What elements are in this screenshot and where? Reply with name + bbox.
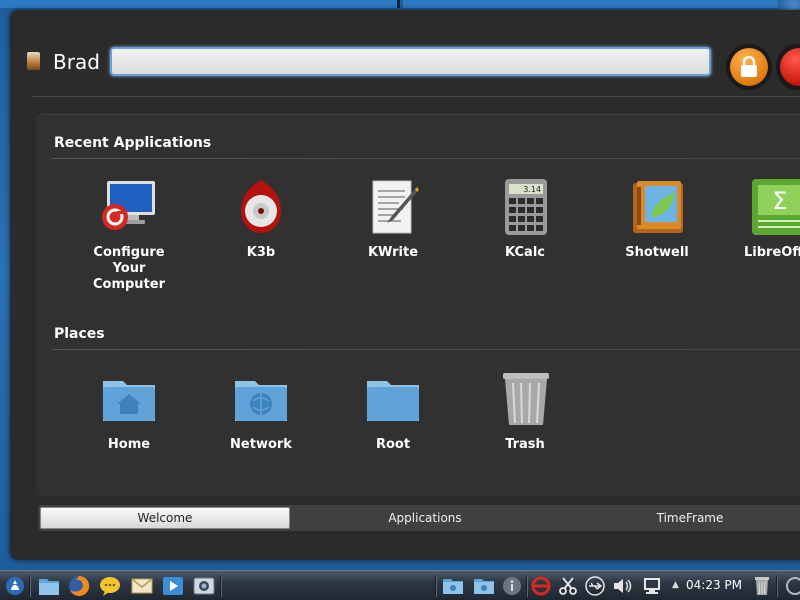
- place-network[interactable]: Network: [216, 369, 306, 453]
- place-label: Network: [230, 437, 292, 452]
- place-label: Trash: [505, 437, 545, 452]
- taskbar-separator: [435, 575, 436, 597]
- user-name: Brad: [53, 50, 100, 74]
- place-trash[interactable]: Trash: [480, 369, 570, 453]
- desktop-strip-right: [403, 0, 800, 8]
- favorites-panel: Recent Applications Configure Your Compu…: [36, 114, 800, 496]
- place-root[interactable]: Root: [348, 369, 438, 453]
- lock-icon: [741, 56, 757, 77]
- app-label: KCalc: [505, 245, 545, 260]
- lock-screen-button[interactable]: [726, 44, 772, 90]
- folder-icon[interactable]: [441, 574, 465, 598]
- section-title-recent: Recent Applications: [54, 135, 212, 151]
- screenshot-icon[interactable]: [192, 574, 216, 598]
- app-label: LibreOffice Calc: [744, 245, 800, 260]
- shotwell-photo-icon: [627, 177, 687, 237]
- section-divider: [52, 349, 800, 350]
- place-home[interactable]: Home: [84, 369, 174, 453]
- k3b-disc-icon: [231, 177, 291, 237]
- clock[interactable]: 04:23 PM: [686, 578, 742, 592]
- trash-icon[interactable]: [750, 574, 774, 598]
- tray-expand-icon[interactable]: ▲: [672, 580, 679, 590]
- clipboard-icon[interactable]: [556, 574, 580, 598]
- network-folder-icon: [231, 369, 291, 429]
- mail-icon[interactable]: [130, 574, 154, 598]
- app-shotwell[interactable]: Shotwell: [612, 177, 702, 261]
- tab-welcome[interactable]: Welcome: [40, 507, 290, 529]
- leave-button[interactable]: [776, 44, 800, 90]
- power-icon: [780, 48, 800, 86]
- kwrite-document-icon: [363, 177, 423, 237]
- place-label: Root: [375, 437, 411, 452]
- app-configure-your-computer[interactable]: Configure Your Computer: [84, 177, 174, 293]
- desktop-strip-left: [0, 0, 400, 8]
- header-divider: [32, 96, 800, 97]
- app-libreoffice-calc[interactable]: Σ LibreOffice Calc: [742, 177, 800, 261]
- network-sync-icon[interactable]: [529, 574, 553, 598]
- taskbar-separator: [29, 575, 30, 597]
- media-player-icon[interactable]: [161, 574, 185, 598]
- system-settings-icon: [99, 177, 159, 237]
- app-label: Shotwell: [625, 245, 689, 260]
- app-label: Configure Your Computer: [92, 245, 166, 292]
- app-kcalc[interactable]: 3.14 KCalc: [480, 177, 570, 261]
- folder-icon[interactable]: [472, 574, 496, 598]
- taskbar-separator: [220, 575, 221, 597]
- taskbar: ▲ 04:23 PM: [0, 570, 800, 600]
- dashboard-toggle-icon[interactable]: [780, 574, 800, 598]
- root-folder-icon: [363, 369, 423, 429]
- firefox-icon[interactable]: [67, 574, 91, 598]
- user-row: Brad: [10, 44, 800, 90]
- libreoffice-calc-icon: Σ: [746, 177, 800, 237]
- file-manager-icon[interactable]: [37, 574, 61, 598]
- tab-timeframe[interactable]: TimeFrame: [560, 507, 800, 529]
- info-icon[interactable]: [500, 574, 524, 598]
- app-kwrite[interactable]: KWrite: [348, 177, 438, 261]
- trash-icon: [495, 369, 555, 429]
- svg-text:Σ: Σ: [772, 187, 787, 215]
- taskbar-separator: [526, 575, 527, 597]
- network-icon[interactable]: [640, 574, 664, 598]
- kde-start-icon[interactable]: [3, 574, 27, 598]
- app-k3b[interactable]: K3b: [216, 177, 306, 261]
- search-input[interactable]: [110, 47, 711, 76]
- taskbar-separator: [776, 575, 777, 597]
- launcher-tabs: Welcome Applications TimeFrame: [38, 505, 800, 531]
- svg-text:3.14: 3.14: [523, 185, 541, 194]
- tab-applications[interactable]: Applications: [300, 507, 550, 529]
- app-label: K3b: [246, 245, 276, 260]
- chat-icon[interactable]: [98, 574, 122, 598]
- home-folder-icon: [99, 369, 159, 429]
- volume-icon[interactable]: [610, 574, 634, 598]
- calculator-icon: 3.14: [495, 177, 555, 237]
- place-label: Home: [107, 437, 151, 452]
- user-avatar-icon: [27, 52, 40, 70]
- app-label: KWrite: [367, 245, 419, 260]
- application-launcher: Brad Recent Applications Configure Your …: [10, 10, 800, 560]
- section-divider: [52, 158, 800, 159]
- section-title-places: Places: [54, 326, 105, 342]
- usb-icon[interactable]: [583, 574, 607, 598]
